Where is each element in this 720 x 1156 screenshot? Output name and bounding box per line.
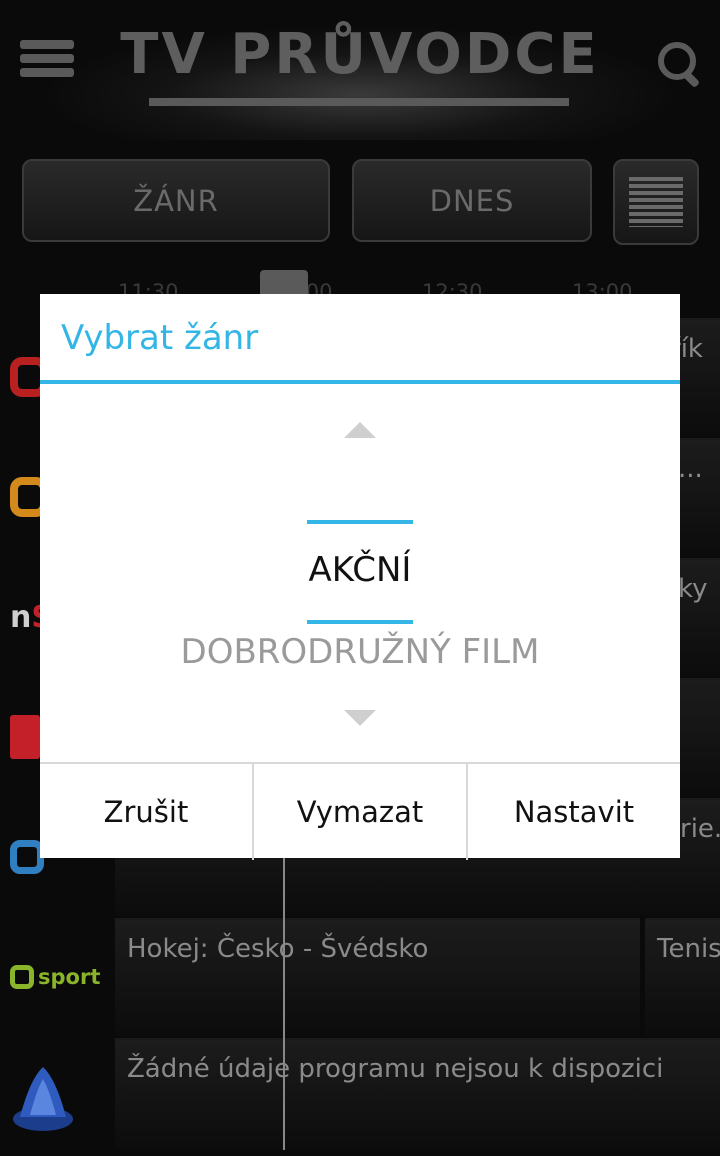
day-filter-button[interactable]: DNES [352, 159, 592, 242]
program-cell[interactable]: Tenis [645, 918, 720, 1036]
search-icon[interactable] [656, 40, 701, 89]
picker-selected-value[interactable]: AKČNÍ [40, 550, 680, 590]
picker-next-value[interactable]: DOBRODRUŽNÝ FILM [40, 632, 680, 672]
scroll-up-arrow-icon[interactable] [344, 422, 376, 438]
page-title: TV PRŮVODCE [120, 22, 600, 87]
app-header: TV PRŮVODCE [0, 0, 720, 140]
channel-logo-text: sport [38, 965, 101, 989]
program-title: Žádné údaje programu nejsou k dispozici [127, 1054, 664, 1084]
channel-logo[interactable] [10, 1038, 110, 1156]
scroll-down-arrow-icon[interactable] [344, 710, 376, 726]
dialog-button-bar: Zrušit Vymazat Nastavit [40, 762, 680, 860]
list-view-icon [629, 177, 683, 227]
genre-filter-button[interactable]: ŽÁNR [22, 159, 330, 242]
selection-indicator-bottom [307, 620, 413, 624]
channel-row: sport Hokej: Česko - Švédsko Tenis [0, 918, 720, 1036]
channel-logo[interactable]: sport [10, 918, 110, 1036]
channel-logo-icon [13, 1067, 73, 1131]
program-cell[interactable]: Žádné údaje programu nejsou k dispozici [115, 1038, 720, 1150]
program-title: ky [678, 574, 708, 604]
program-title: Tenis [657, 934, 720, 964]
cancel-button[interactable]: Zrušit [40, 764, 252, 860]
program-title: Hokej: Česko - Švédsko [127, 934, 429, 964]
genre-picker-dialog: Vybrat žánr AKČNÍ DOBRODRUŽNÝ FILM Zruši… [40, 294, 680, 860]
selection-indicator-top [307, 520, 413, 524]
program-title: ... [678, 454, 703, 484]
dialog-title-divider [40, 380, 680, 384]
program-title: rie.c [680, 814, 720, 844]
title-underline [149, 98, 569, 106]
channel-row: Žádné údaje programu nejsou k dispozici [0, 1038, 720, 1150]
set-button[interactable]: Nastavit [466, 764, 680, 860]
clear-button[interactable]: Vymazat [252, 764, 466, 860]
program-cell[interactable]: Hokej: Česko - Švédsko [115, 918, 640, 1036]
dialog-title: Vybrat žánr [61, 318, 259, 358]
list-view-button[interactable] [613, 159, 699, 245]
